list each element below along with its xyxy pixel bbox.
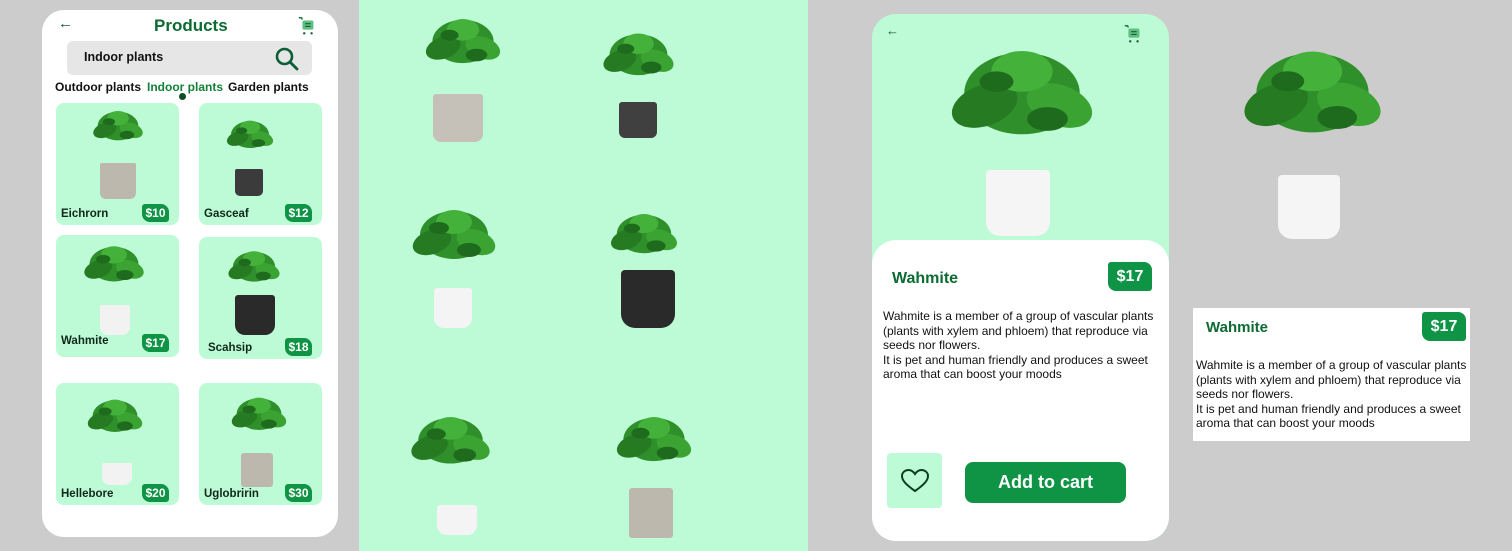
- plant-pot: [235, 295, 275, 335]
- description-line: Wahmite is a member of a group of vascul…: [883, 309, 1154, 323]
- plant-assets-panel: [359, 0, 808, 551]
- description-line: seeds nor flowers.: [883, 338, 981, 352]
- tab-indoor-plants[interactable]: Indoor plants: [147, 80, 223, 94]
- add-to-cart-button[interactable]: Add to cart: [965, 462, 1126, 503]
- plant-image: [591, 25, 686, 110]
- product-name: Hellebore: [61, 488, 114, 500]
- products-screen: ← Products Indoor plants Outdoor plants …: [42, 10, 338, 537]
- description-line: aroma that can boost your moods: [1196, 416, 1375, 430]
- plant-image: [82, 387, 148, 465]
- product-detail-card: Wahmite $17 Wahmite is a member of a gro…: [872, 240, 1169, 541]
- plant-pot: [235, 169, 263, 196]
- back-arrow-icon[interactable]: ←: [58, 15, 73, 32]
- plant-image: [389, 200, 519, 300]
- plant-pot: [437, 505, 477, 535]
- tab-garden-plants[interactable]: Garden plants: [228, 80, 309, 94]
- product-name: Wahmite: [1206, 319, 1268, 336]
- product-price: $10: [142, 204, 169, 222]
- plant-pot: [433, 94, 483, 142]
- product-price: $17: [1108, 262, 1152, 291]
- plant-image: [215, 115, 285, 171]
- plant-pot: [241, 453, 273, 487]
- product-price: $18: [285, 338, 312, 356]
- product-detail-screen: ← Wahmite $17 Wahmite is a member of a g…: [872, 14, 1169, 541]
- description-line: seeds nor flowers.: [1196, 387, 1294, 401]
- plant-pot: [102, 463, 132, 485]
- product-description: Wahmite is a member of a group of vascul…: [1196, 358, 1470, 431]
- plant-pot: [100, 305, 130, 335]
- description-line: (plants with xylem and phloem) that repr…: [1196, 372, 1461, 387]
- description-line: It is pet and human friendly and produce…: [883, 352, 1148, 367]
- product-price: $17: [142, 334, 169, 352]
- product-name: Wahmite: [892, 270, 959, 287]
- plant-image: [599, 408, 709, 498]
- plant-image: [64, 239, 164, 311]
- plant-image: [403, 10, 523, 100]
- product-price: $30: [285, 484, 312, 502]
- product-card[interactable]: Scahsip $18: [199, 237, 322, 359]
- product-card[interactable]: Wahmite $17: [56, 235, 179, 357]
- plant-pot: [621, 270, 675, 328]
- shopping-cart-icon[interactable]: [296, 15, 318, 37]
- product-name: Wahmite: [61, 335, 109, 347]
- active-tab-indicator: [179, 93, 186, 100]
- product-card[interactable]: Eichrorn $10: [56, 103, 179, 225]
- description-line: aroma that can boost your moods: [883, 367, 1062, 381]
- plant-image: [219, 391, 299, 457]
- product-name: Gasceaf: [204, 208, 249, 220]
- product-name: Eichrorn: [61, 208, 109, 220]
- description-line: (plants with xylem and phloem) that repr…: [883, 323, 1148, 338]
- product-card[interactable]: Gasceaf $12: [199, 103, 322, 225]
- plant-pot: [629, 488, 673, 538]
- plant-pot: [434, 288, 472, 328]
- product-name: Uglobririn: [204, 488, 259, 500]
- back-arrow-icon[interactable]: ←: [886, 23, 899, 38]
- plant-pot: [100, 163, 136, 199]
- tab-outdoor-plants[interactable]: Outdoor plants: [55, 80, 141, 94]
- product-description: Wahmite is a member of a group of vascul…: [883, 309, 1163, 382]
- page-title: Products: [154, 16, 228, 35]
- plant-image: [403, 400, 498, 510]
- product-card[interactable]: Uglobririn $30: [199, 383, 322, 505]
- plant-pot: [986, 170, 1050, 236]
- search-input-value: Indoor plants: [84, 50, 164, 64]
- heart-icon: [900, 468, 929, 492]
- plant-image: [78, 105, 158, 165]
- product-price: $17: [1422, 312, 1466, 341]
- favorite-button[interactable]: [887, 453, 942, 508]
- search-input[interactable]: Indoor plants: [67, 41, 312, 75]
- description-line: It is pet and human friendly and produce…: [1196, 401, 1461, 416]
- search-icon[interactable]: [274, 46, 300, 72]
- product-card[interactable]: Hellebore $20: [56, 383, 179, 505]
- product-price: $20: [142, 484, 169, 502]
- product-price: $12: [285, 204, 312, 222]
- plant-pot: [1278, 175, 1340, 239]
- product-info-card: Wahmite $17 Wahmite is a member of a gro…: [1193, 308, 1470, 441]
- plant-pot: [619, 102, 657, 138]
- product-name: Scahsip: [208, 342, 253, 354]
- description-line: Wahmite is a member of a group of vascul…: [1196, 358, 1467, 372]
